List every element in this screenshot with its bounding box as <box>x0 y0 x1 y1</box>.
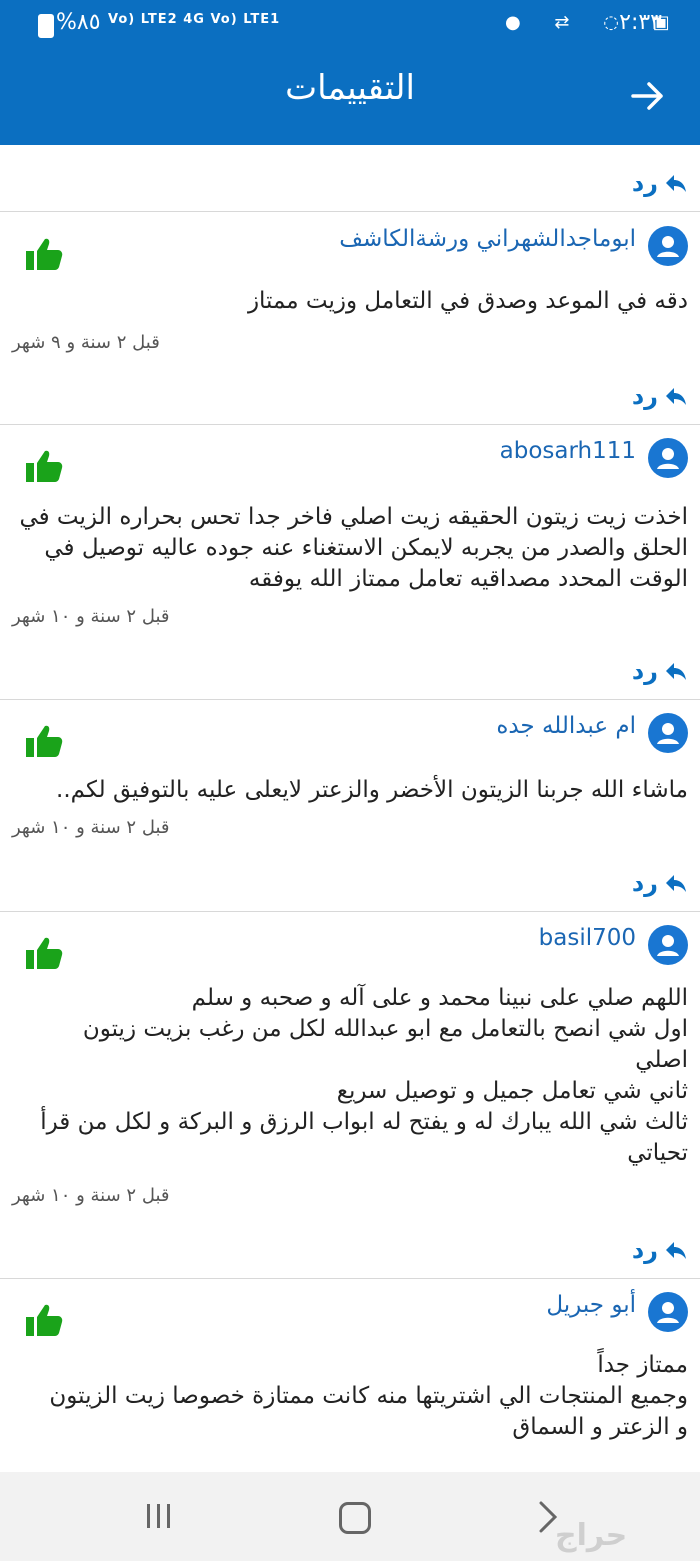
review-username[interactable]: basil700 <box>539 925 636 951</box>
home-icon[interactable] <box>339 1502 371 1534</box>
reply-row: رد <box>0 358 700 425</box>
review-username[interactable]: ابوماجدالشهراني ورشةالكاشف <box>339 226 636 252</box>
battery-percent: %٨٥ <box>56 10 101 35</box>
watermark-logo: حراج <box>555 1518 628 1553</box>
review-item: ام عبدالله جده ماشاء الله جربنا الزيتون … <box>0 699 700 912</box>
reply-icon <box>666 388 686 405</box>
reply-icon <box>666 175 686 192</box>
reviews-list: رد ابوماجدالشهراني ورشةالكاشف دقه في الم… <box>0 145 700 1478</box>
reply-label: رد <box>631 1236 658 1264</box>
recent-apps-icon[interactable] <box>144 1502 174 1530</box>
review-age: قبل ٢ سنة و ١٠ شهر <box>12 817 170 838</box>
avatar-icon <box>648 925 688 965</box>
review-age: قبل ٢ سنة و ١٠ شهر <box>12 606 170 627</box>
reply-row: رد <box>0 145 700 212</box>
avatar-icon <box>648 438 688 478</box>
review-comment: دقه في الموعد وصدق في التعامل وزيت ممتاز <box>247 288 688 314</box>
reply-button[interactable]: رد <box>632 869 688 897</box>
reply-icon <box>666 1242 686 1259</box>
review-username[interactable]: أبو جبريل <box>546 1292 636 1318</box>
reply-button[interactable]: رد <box>632 382 688 410</box>
reply-icon <box>666 663 686 680</box>
reply-button[interactable]: رد <box>632 169 688 197</box>
review-item: ابوماجدالشهراني ورشةالكاشف دقه في الموعد… <box>0 212 700 425</box>
review-item: basil700 اللهم صلي على نبينا محمد و على … <box>0 911 700 1279</box>
thumbs-up-icon <box>26 1304 63 1336</box>
reply-label: رد <box>631 657 658 685</box>
review-username[interactable]: abosarh111 <box>500 438 636 464</box>
clock: ٢:٣٣ <box>619 10 662 35</box>
reply-row: رد <box>0 845 700 912</box>
reply-button[interactable]: رد <box>632 657 688 685</box>
network-indicators: Vo) LTE2 4G Vo) LTE1 <box>108 12 281 27</box>
review-age: قبل ٢ سنة و ١٠ شهر <box>12 1185 170 1206</box>
review-comment: ماشاء الله جربنا الزيتون الأخضر والزعتر … <box>56 777 688 803</box>
thumbs-up-icon <box>26 238 63 270</box>
thumbs-up-icon <box>26 937 63 969</box>
page-title: التقييمات <box>285 68 415 108</box>
arrow-right-icon[interactable] <box>628 76 668 116</box>
avatar-icon <box>648 226 688 266</box>
review-item: abosarh111 اخذت زيت زيتون الحقيقه زيت اص… <box>0 424 700 700</box>
app-header: %٨٥ Vo) LTE2 4G Vo) LTE1 ● ⇄ ◌ ▣ ٢:٣٣ ال… <box>0 0 700 145</box>
avatar-icon <box>648 1292 688 1332</box>
review-comment: ممتاز جداً وجميع المنتجات الي اشتريتها م… <box>49 1352 688 1440</box>
review-username[interactable]: ام عبدالله جده <box>496 713 636 739</box>
review-age: قبل ٢ سنة و ٩ شهر <box>12 332 160 353</box>
battery-icon <box>38 14 54 38</box>
reply-label: رد <box>631 382 658 410</box>
reply-icon <box>666 875 686 892</box>
reply-label: رد <box>631 869 658 897</box>
review-item: أبو جبريل ممتاز جداً وجميع المنتجات الي … <box>0 1278 700 1478</box>
thumbs-up-icon <box>26 725 63 757</box>
reply-label: رد <box>631 169 658 197</box>
review-comment: اللهم صلي على نبينا محمد و على آله و صحب… <box>40 985 688 1166</box>
avatar-icon <box>648 713 688 753</box>
thumbs-up-icon <box>26 450 63 482</box>
reply-row: رد <box>0 633 700 700</box>
review-comment: اخذت زيت زيتون الحقيقه زيت اصلي فاخر جدا… <box>19 504 688 592</box>
reply-row: رد <box>0 1212 700 1279</box>
status-bar: %٨٥ Vo) LTE2 4G Vo) LTE1 ● ⇄ ◌ ▣ ٢:٣٣ <box>0 0 700 50</box>
reply-button[interactable]: رد <box>632 1236 688 1264</box>
